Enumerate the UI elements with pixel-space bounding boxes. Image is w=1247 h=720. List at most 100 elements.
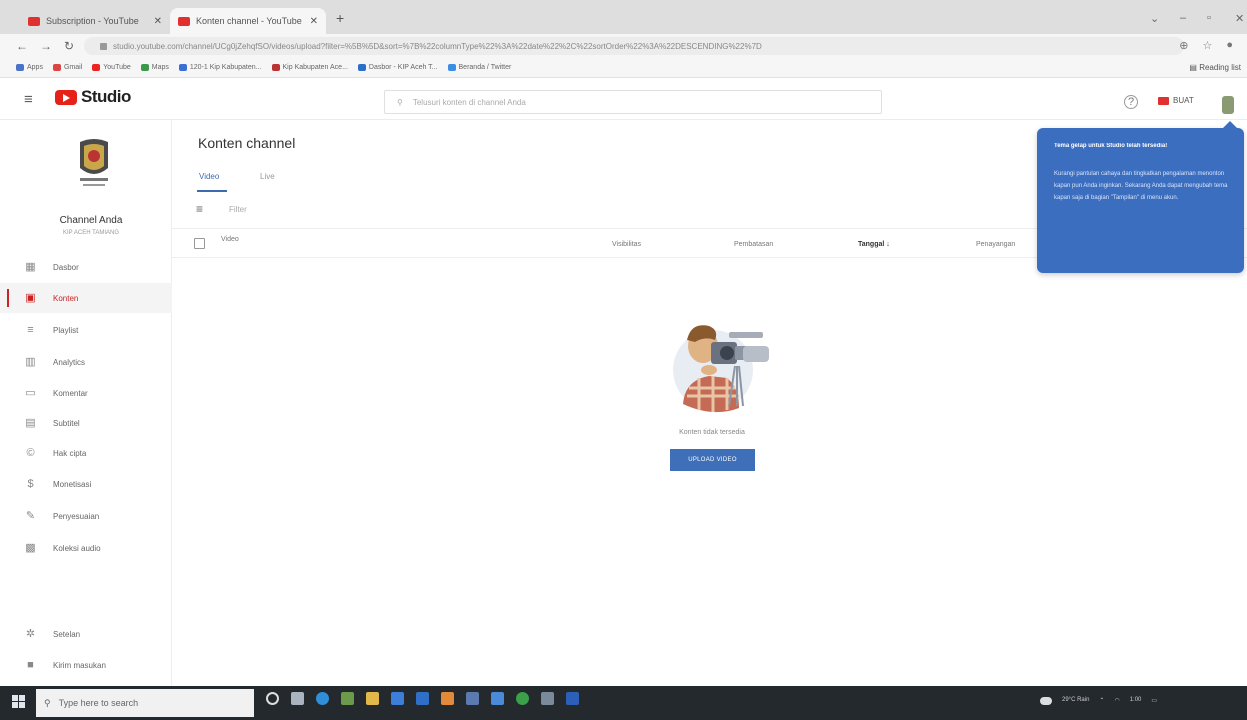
studio-logo[interactable]: Studio bbox=[55, 87, 131, 107]
sidebar-item-dasbor[interactable]: ▦ Dasbor bbox=[0, 252, 172, 282]
column-penayangan[interactable]: Penayangan bbox=[976, 241, 1015, 248]
clock[interactable]: 1:00 bbox=[1130, 697, 1142, 705]
column-video[interactable]: Video bbox=[221, 236, 239, 243]
bookmark-dasbor[interactable]: Dasbor - KIP Aceh T... bbox=[357, 64, 438, 71]
copyright-icon: © bbox=[26, 446, 35, 459]
filter-icon[interactable]: ≡ bbox=[196, 202, 203, 216]
tab-search-icon[interactable]: ⌄ bbox=[1150, 12, 1159, 25]
tab-title: Subscription - YouTube bbox=[46, 16, 139, 26]
help-icon[interactable]: ? bbox=[1124, 95, 1138, 109]
mail-icon[interactable] bbox=[416, 692, 429, 705]
windows-taskbar: ⚲ Type here to search 29°C Rain ⌃ ◠ 1:00… bbox=[0, 686, 1247, 720]
bookmark-twitter[interactable]: Beranda / Twitter bbox=[447, 64, 511, 71]
column-pembatasan[interactable]: Pembatasan bbox=[734, 241, 773, 248]
app-icon[interactable] bbox=[466, 692, 479, 705]
bookmark-kip-2[interactable]: Kip Kabupaten Ace... bbox=[271, 64, 348, 71]
bookmark-gmail[interactable]: Gmail bbox=[52, 64, 82, 71]
wifi-icon[interactable]: ◠ bbox=[1114, 697, 1119, 705]
weather-text[interactable]: 29°C Rain bbox=[1062, 697, 1089, 705]
search-input[interactable]: ⚲ Telusuri konten di channel Anda bbox=[384, 90, 882, 114]
dropbox-icon[interactable] bbox=[391, 692, 404, 705]
app-icon[interactable] bbox=[491, 692, 504, 705]
sidebar-item-kirim-masukan[interactable]: ■ Kirim masukan bbox=[0, 650, 172, 680]
forward-icon[interactable]: → bbox=[40, 39, 52, 53]
address-bar-icons: ⊕ ☆ ● bbox=[1179, 39, 1233, 52]
bookmark-kip-1[interactable]: 120-1 Kip Kabupaten... bbox=[178, 64, 262, 71]
new-tab-button[interactable]: + bbox=[336, 10, 344, 26]
menu-icon[interactable]: ≡ bbox=[24, 91, 33, 108]
file-explorer-icon[interactable] bbox=[366, 692, 379, 705]
edge-icon[interactable] bbox=[316, 692, 329, 705]
profile-icon[interactable]: ● bbox=[1226, 39, 1233, 52]
filter-input[interactable]: Filter bbox=[229, 205, 247, 214]
search-icon: ⚲ bbox=[397, 97, 403, 107]
sidebar-item-label: Komentar bbox=[53, 388, 88, 398]
sidebar-item-setelan[interactable]: ✲ Setelan bbox=[0, 619, 172, 649]
close-window-icon[interactable]: ✕ bbox=[1235, 12, 1244, 25]
tray-arrow-icon[interactable]: ⌃ bbox=[1099, 697, 1104, 705]
store-icon[interactable] bbox=[341, 692, 354, 705]
maximize-icon[interactable]: ▫ bbox=[1207, 12, 1211, 24]
app-icon[interactable] bbox=[541, 692, 554, 705]
tooltip-close-button[interactable]: TUTUP bbox=[1204, 121, 1226, 127]
sidebar-item-label: Subtitel bbox=[53, 418, 80, 428]
taskbar-search-input[interactable]: ⚲ Type here to search bbox=[36, 689, 254, 717]
bookmark-youtube[interactable]: YouTube bbox=[92, 64, 131, 71]
tooltip-title: Tema gelap untuk Studio telah tersedia! bbox=[1054, 143, 1168, 149]
chrome-icon[interactable] bbox=[516, 692, 529, 705]
bookmark-apps[interactable]: Apps bbox=[16, 64, 43, 71]
sidebar-item-label: Hak cipta bbox=[53, 448, 87, 458]
bookmark-star-icon[interactable]: ☆ bbox=[1202, 39, 1212, 52]
create-button[interactable]: BUAT bbox=[1158, 96, 1194, 105]
sidebar-item-koleksi-audio[interactable]: ▩ Koleksi audio bbox=[0, 533, 172, 563]
upload-video-button[interactable]: UPLOAD VIDEO bbox=[670, 449, 755, 471]
windows-start-icon[interactable] bbox=[12, 695, 26, 709]
customization-icon: ✎ bbox=[25, 509, 36, 522]
url-field[interactable]: studio.youtube.com/channel/UCg0jZehqfSO/… bbox=[84, 37, 1184, 55]
sidebar-item-penyesuaian[interactable]: ✎ Penyesuaian bbox=[0, 501, 172, 531]
playlist-icon: ≡ bbox=[27, 323, 34, 336]
minimize-icon[interactable]: – bbox=[1180, 12, 1186, 24]
reading-list-button[interactable]: ▤ Reading list bbox=[1189, 63, 1241, 72]
close-tab-icon[interactable]: ✕ bbox=[310, 16, 318, 27]
reading-list-icon: ▤ bbox=[1189, 63, 1200, 72]
dark-theme-tooltip: Tema gelap untuk Studio telah tersedia! … bbox=[1037, 121, 1244, 273]
youtube-favicon-icon bbox=[178, 16, 190, 26]
gmail-icon bbox=[52, 64, 61, 71]
sidebar-item-label: Koleksi audio bbox=[53, 543, 101, 553]
sidebar-item-analytics[interactable]: ▥ Analytics bbox=[0, 347, 172, 377]
youtube-favicon-icon bbox=[28, 16, 40, 26]
sidebar: Channel Anda KIP ACEH TAMIANG ▦ Dasbor ▣ K… bbox=[0, 120, 172, 686]
tab-video[interactable]: Video bbox=[199, 172, 219, 181]
reload-icon[interactable]: ↻ bbox=[64, 39, 74, 53]
notification-icon[interactable]: ▭ bbox=[1151, 697, 1157, 705]
sidebar-item-label: Analytics bbox=[53, 357, 86, 367]
back-icon[interactable]: ← bbox=[16, 39, 28, 53]
sidebar-item-monetisasi[interactable]: $ Monetisasi bbox=[0, 469, 172, 499]
bookmarks-bar: Apps Gmail YouTube Maps 120-1 Kip Kabupa… bbox=[0, 58, 1247, 78]
column-tanggal[interactable]: Tanggal ↓ bbox=[858, 241, 890, 248]
sidebar-item-komentar[interactable]: ▭ Komentar bbox=[0, 378, 172, 408]
browser-tab-strip: Subscription - YouTube ✕ Konten channel … bbox=[0, 0, 1247, 34]
select-all-checkbox[interactable] bbox=[194, 238, 205, 249]
task-view-icon[interactable] bbox=[291, 692, 304, 705]
cortana-icon[interactable] bbox=[266, 692, 279, 705]
column-visibilitas[interactable]: Visibilitas bbox=[612, 241, 641, 248]
lock-icon bbox=[100, 42, 107, 50]
word-icon[interactable] bbox=[566, 692, 579, 705]
sidebar-item-subtitel[interactable]: ▤ Subtitel bbox=[0, 408, 172, 438]
sidebar-item-hak-cipta[interactable]: © Hak cipta bbox=[0, 438, 172, 468]
close-tab-icon[interactable]: ✕ bbox=[154, 16, 162, 27]
tab-live[interactable]: Live bbox=[260, 172, 275, 181]
zoom-icon[interactable]: ⊕ bbox=[1179, 39, 1188, 52]
system-tray: 29°C Rain ⌃ ◠ 1:00 ▭ bbox=[1040, 697, 1157, 705]
bookmark-maps[interactable]: Maps bbox=[140, 64, 169, 71]
browser-tab-studio[interactable]: Konten channel - YouTube Studio ✕ bbox=[170, 8, 326, 34]
firefox-icon[interactable] bbox=[441, 692, 454, 705]
sidebar-item-konten[interactable]: ▣ Konten bbox=[0, 283, 172, 313]
channel-avatar[interactable] bbox=[74, 138, 114, 190]
browser-tab-subscriptions[interactable]: Subscription - YouTube ✕ bbox=[20, 8, 170, 34]
account-avatar[interactable] bbox=[1222, 96, 1234, 114]
sidebar-item-label: Setelan bbox=[53, 629, 81, 639]
sidebar-item-playlist[interactable]: ≡ Playlist bbox=[0, 315, 172, 345]
